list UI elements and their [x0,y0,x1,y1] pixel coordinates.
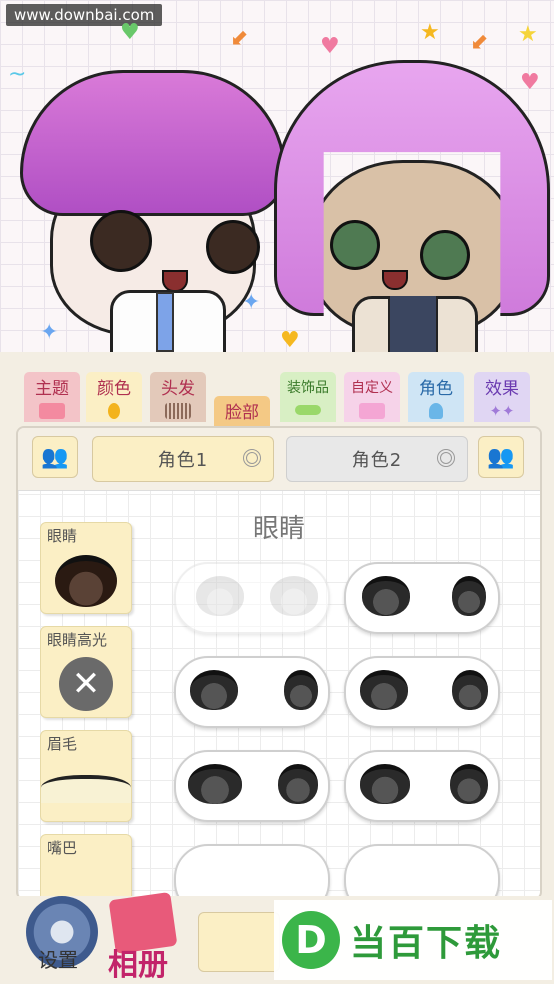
settings-gear-icon [437,449,455,467]
character-toolbar: 👥 角色1 角色2 👥 [18,428,540,491]
tab-effects[interactable]: 效果 ✦✦ [474,372,530,422]
tab-accessories[interactable]: 装饰品 [280,372,336,422]
heart-doodle-icon: ♥ [320,34,340,59]
eye-option-1[interactable] [174,562,330,634]
category-label: 眉毛 [47,735,78,753]
eyebrow-thumbnail [41,775,131,803]
eye-option-7[interactable] [174,844,330,898]
people-icon: 👥 [41,444,69,470]
category-mouth[interactable]: 嘴巴 [40,834,132,898]
tab-custom[interactable]: 自定义 [344,372,400,422]
tab-face[interactable]: 脸部 [214,396,270,426]
settings-gear-icon [243,449,261,467]
tab-theme[interactable]: 主题 [24,372,80,422]
star-doodle-icon: ★ [420,20,440,45]
character-preview[interactable]: www.downbai.com ♥ ⬋ ♥ ★ ⬋ ★ ♥ ~ ✦ ✦ ♥ ♥ [0,0,554,352]
settings-label[interactable]: 设置 [38,944,78,973]
eye-option-2[interactable] [344,562,500,634]
tab-label: 主题 [35,379,69,399]
eye-option-3[interactable] [174,656,330,728]
category-tabs: 主题 颜色 头发 脸部 装饰品 自定义 角色 效果 ✦✦ [0,352,554,426]
eye-option-8[interactable] [344,844,500,898]
clapper-icon [39,403,65,419]
character-1[interactable] [20,70,300,352]
tab-label: 角色 [419,379,453,399]
heart-doodle-icon: ♥ [120,20,140,45]
image-icon [359,403,385,419]
tab-label: 脸部 [225,403,259,423]
extra-button[interactable] [198,912,280,972]
eye-option-5[interactable] [174,750,330,822]
paint-drop-icon [108,403,120,419]
eye-option-6[interactable] [344,750,500,822]
tab-label: 装饰品 [287,380,329,396]
category-label: 眼睛 [47,527,78,545]
tab-color[interactable]: 颜色 [86,372,142,422]
category-label: 嘴巴 [47,839,78,857]
site-logo: D 当百下载 [274,900,552,980]
character-list-button[interactable]: 👥 [32,436,78,478]
glasses-icon [295,405,321,415]
character-2-button[interactable]: 角色2 [286,436,468,482]
character-1-button[interactable]: 角色1 [92,436,274,482]
sparkle-icon: ✦✦ [489,402,515,420]
tab-character[interactable]: 角色 [408,372,464,422]
category-eyebrows[interactable]: 眉毛 [40,730,132,822]
arrow-doodle-icon: ⬋ [230,26,249,51]
people-swap-icon: 👥 [487,444,515,470]
category-eye-highlight[interactable]: 眼睛高光 ✕ [40,626,132,718]
person-icon [429,403,443,419]
eye-option-4[interactable] [344,656,500,728]
category-label: 眼睛高光 [47,631,108,649]
none-icon: ✕ [59,657,113,711]
swap-order-button[interactable]: 👥 [478,436,524,478]
tab-label: 颜色 [97,379,131,399]
logo-d-icon: D [282,911,340,969]
character-2[interactable] [270,60,554,352]
tab-label: 头发 [161,379,195,399]
editor-panel: 👥 角色1 角色2 👥 眼睛 眼睛 眼睛高光 ✕ 眉毛 嘴巴 [16,426,542,900]
tab-hair[interactable]: 头发 [150,372,206,422]
star-doodle-icon: ★ [518,22,538,47]
album-label[interactable]: 相册 [108,940,168,984]
arrow-doodle-icon: ⬋ [470,30,489,55]
tab-label: 自定义 [351,380,393,396]
comb-icon [165,403,191,419]
eye-thumbnail [55,555,117,607]
character-2-label: 角色2 [351,450,403,471]
tab-label: 效果 [485,379,519,399]
bottom-bar: 设置 相册 D 当百下载 [0,891,554,984]
logo-text: 当百下载 [350,923,503,964]
category-eyes[interactable]: 眼睛 [40,522,132,614]
character-1-label: 角色1 [157,450,209,471]
